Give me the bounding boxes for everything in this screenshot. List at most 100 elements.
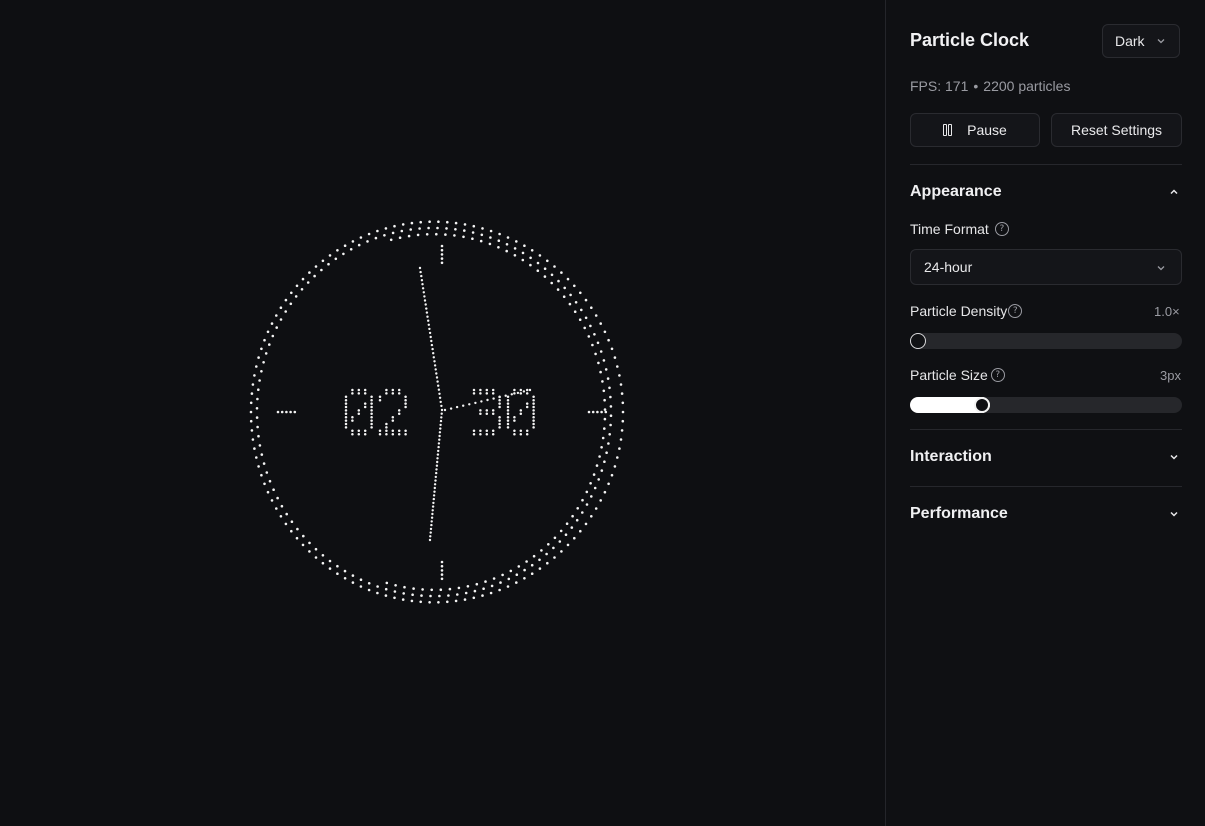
section-appearance[interactable]: Appearance: [910, 183, 1002, 201]
hand-particle: [480, 400, 483, 403]
ring-particle: [254, 365, 258, 368]
ring-particle: [552, 546, 555, 550]
ring-particle: [393, 590, 397, 593]
ring-particle: [609, 395, 612, 399]
ring-particle: [454, 228, 457, 231]
digit-particle: [363, 429, 367, 433]
digit-particle: [498, 395, 501, 399]
ring-particle: [254, 456, 258, 459]
density-slider[interactable]: [910, 333, 1182, 349]
ring-particle: [285, 512, 289, 516]
digit-particle: [485, 388, 489, 392]
size-slider-thumb[interactable]: [974, 397, 990, 413]
density-slider-thumb[interactable]: [910, 333, 926, 349]
hand-particle: [436, 457, 439, 460]
tick-particle: [440, 248, 444, 252]
ring-particle: [250, 392, 254, 395]
digit-particle: [491, 409, 495, 412]
density-label-text: Particle Density: [910, 303, 1008, 319]
ring-particle: [435, 232, 438, 236]
digit-particle: [472, 429, 476, 433]
digit-particle: [525, 432, 529, 436]
digit-particle: [378, 432, 382, 436]
digit-particle: [491, 388, 495, 392]
chevron-down-icon[interactable]: [1168, 508, 1180, 520]
ring-particle: [475, 582, 479, 586]
ring-particle: [563, 286, 566, 290]
ring-particle: [263, 482, 266, 486]
digit-particle: [491, 412, 495, 416]
ring-particle: [513, 247, 517, 250]
ring-particle: [290, 291, 293, 295]
ring-particle: [412, 587, 415, 590]
chevron-down-icon[interactable]: [1168, 451, 1180, 463]
ring-particle: [557, 279, 560, 283]
help-icon[interactable]: ?: [990, 368, 1005, 382]
hand-particle: [440, 408, 444, 412]
hand-particle: [436, 460, 439, 464]
size-slider[interactable]: [910, 397, 1182, 413]
ring-particle: [321, 561, 325, 565]
ring-particle: [620, 392, 624, 395]
ring-particle: [575, 518, 579, 522]
ring-particle: [530, 563, 534, 567]
tick-particle: [587, 410, 591, 414]
chevron-up-icon[interactable]: [1168, 186, 1180, 198]
ring-particle: [619, 438, 623, 441]
ring-particle: [384, 594, 388, 597]
digit-particle: [519, 429, 523, 433]
tick-particle: [591, 410, 595, 414]
help-icon[interactable]: ?: [1008, 304, 1023, 318]
size-value: 3px: [1160, 368, 1181, 383]
ring-particle: [336, 249, 339, 252]
hand-particle: [433, 364, 437, 367]
help-icon[interactable]: ?: [994, 222, 1009, 236]
time-format-select[interactable]: 24-hour: [910, 249, 1182, 285]
theme-select[interactable]: Dark: [1102, 24, 1180, 58]
ring-particle: [499, 581, 502, 584]
ring-particle: [301, 277, 305, 281]
digit-particle: [506, 412, 510, 416]
pause-button[interactable]: Pause: [910, 113, 1040, 147]
ring-particle: [603, 427, 606, 430]
ring-particle: [336, 564, 339, 568]
hand-particle: [474, 401, 477, 405]
section-interaction[interactable]: Interaction: [910, 448, 992, 466]
ring-particle: [599, 350, 603, 353]
pause-icon: [943, 124, 953, 136]
ring-particle: [321, 259, 325, 263]
tick-particle: [440, 573, 444, 576]
digit-particle: [479, 412, 482, 416]
ring-particle: [583, 326, 586, 330]
ring-particle: [538, 567, 542, 570]
clock-canvas[interactable]: [0, 0, 885, 826]
section-performance[interactable]: Performance: [910, 505, 1008, 523]
digit-particle: [498, 405, 501, 409]
ring-particle: [251, 383, 255, 386]
hand-particle: [421, 287, 425, 290]
hand-particle: [431, 512, 434, 516]
ring-particle: [420, 594, 423, 597]
ring-particle: [616, 456, 619, 459]
ring-particle: [580, 308, 583, 312]
hand-particle: [421, 283, 424, 286]
ring-particle: [410, 221, 414, 225]
digit-particle: [491, 392, 495, 395]
ring-particle: [393, 596, 396, 600]
hand-particle: [528, 388, 532, 392]
ring-particle: [543, 275, 547, 278]
digit-particle: [532, 426, 535, 429]
time-format-value: 24-hour: [924, 259, 973, 275]
hand-particle: [437, 442, 441, 445]
ring-particle: [366, 240, 369, 243]
ring-particle: [276, 496, 279, 500]
ring-particle: [280, 504, 284, 508]
digit-particle: [513, 419, 516, 422]
ring-particle: [620, 429, 624, 432]
ring-particle: [589, 482, 592, 485]
digit-particle: [363, 432, 367, 436]
ring-particle: [313, 274, 316, 278]
ring-particle: [314, 547, 318, 551]
ring-particle: [384, 587, 388, 591]
reset-settings-button[interactable]: Reset Settings: [1051, 113, 1182, 147]
